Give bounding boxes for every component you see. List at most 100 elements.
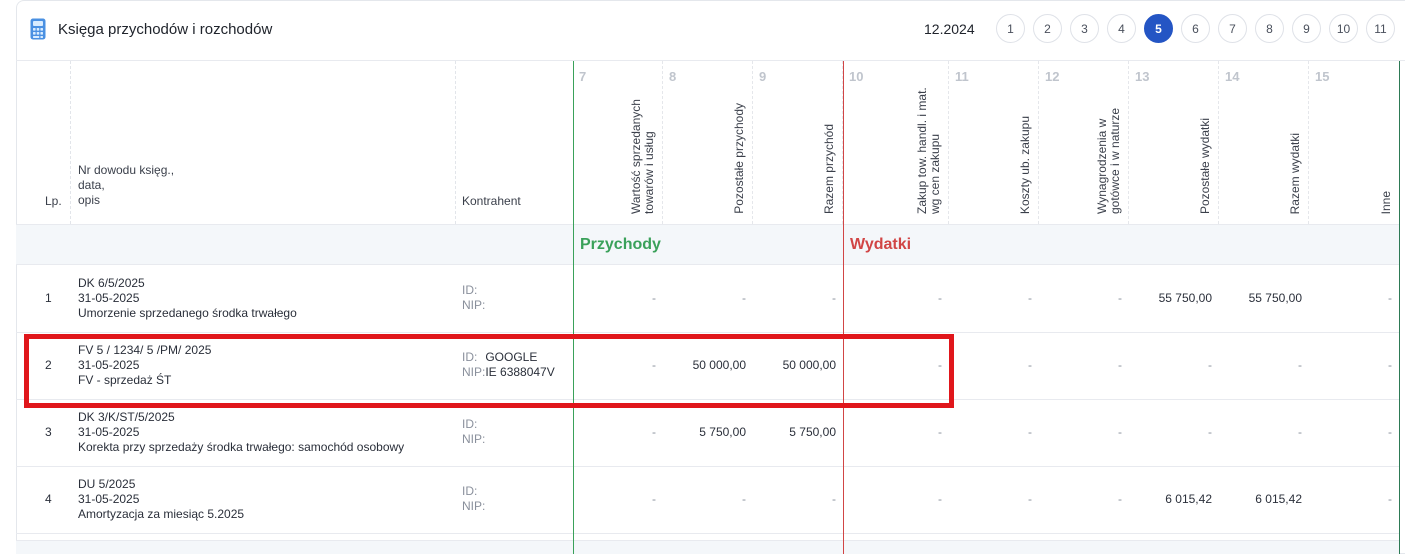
row-value-col-14: - — [1298, 425, 1302, 439]
page-button-11[interactable]: 11 — [1366, 14, 1395, 43]
row-value-col-9: 50 000,00 — [782, 358, 836, 372]
row-kontrahent-id: ID: GOOGLE — [462, 350, 537, 365]
column-number: 10 — [849, 69, 864, 84]
page-title: Księga przychodów i rozchodów — [58, 21, 273, 38]
row-lp: 4 — [45, 492, 52, 506]
row-value-col-12: - — [1118, 492, 1122, 506]
page-button-4[interactable]: 4 — [1107, 14, 1136, 43]
column-label: Wartość sprzedanych towarów i usług — [629, 99, 656, 214]
column-header-12: 12 Wynagrodzenia w gotówce i w naturze — [1039, 61, 1129, 224]
row-kontrahent-id: ID: — [462, 283, 485, 298]
column-number: 8 — [669, 69, 677, 84]
page-button-7[interactable]: 7 — [1218, 14, 1247, 43]
row-doc-number: DU 5/2025 — [78, 477, 136, 491]
nip-label: NIP: — [462, 432, 486, 446]
row-lp: 3 — [45, 425, 52, 439]
page-button-6[interactable]: 6 — [1181, 14, 1210, 43]
row-value-col-13: - — [1208, 425, 1212, 439]
id-label: ID: — [462, 350, 478, 364]
row-value-col-7: - — [652, 358, 656, 372]
column-header-11: 11 Koszty ub. zakupu — [949, 61, 1039, 224]
row-value-col-13: 6 015,42 — [1165, 492, 1212, 506]
row-value-col-11: - — [1028, 492, 1032, 506]
id-label: ID: — [462, 283, 478, 297]
column-label: Pozostałe wydatki — [1198, 117, 1212, 214]
row-value-col-12: - — [1118, 425, 1122, 439]
column-number: 14 — [1225, 69, 1240, 84]
section-przychody: Przychody — [580, 236, 661, 253]
row-date: 31-05-2025 — [78, 425, 140, 439]
row-value-col-15: - — [1388, 425, 1392, 439]
row-value-col-7: - — [652, 425, 656, 439]
row-date: 31-05-2025 — [78, 358, 140, 372]
row-lp: 1 — [45, 291, 52, 305]
nip-label: NIP: — [462, 298, 486, 312]
row-value-col-15: - — [1388, 358, 1392, 372]
column-header-9: 9 Razem przychód — [753, 61, 843, 224]
calculator-icon — [30, 18, 46, 40]
row-value-col-10: - — [938, 358, 942, 372]
page-button-5[interactable]: 5 — [1144, 14, 1173, 43]
nip-label: NIP: — [462, 499, 486, 513]
row-value-col-10: - — [938, 425, 942, 439]
page-button-1[interactable]: 1 — [996, 14, 1025, 43]
row-kontrahent-nip: NIP: — [462, 298, 485, 313]
row-value-col-7: - — [652, 291, 656, 305]
column-header-kontrahent: Kontrahent — [462, 194, 521, 208]
column-number: 7 — [579, 69, 587, 84]
nip-label: NIP: — [462, 365, 486, 379]
row-description: Umorzenie sprzedanego środka trwałego — [78, 306, 297, 320]
column-label: Razem przychód — [822, 123, 836, 214]
row-value-col-15: - — [1388, 492, 1392, 506]
row-value-col-11: - — [1028, 358, 1032, 372]
row-value-col-9: - — [832, 291, 836, 305]
column-header-lp: Lp. — [45, 194, 62, 208]
row-value-col-13: 55 750,00 — [1158, 291, 1212, 305]
table-footer-strip — [16, 540, 1400, 554]
column-label: Razem wydatki — [1288, 132, 1302, 214]
row-lp: 2 — [45, 358, 52, 372]
column-label: Wynagrodzenia w gotówce i w naturze — [1095, 107, 1122, 214]
column-header-7: 7 Wartość sprzedanych towarów i usług — [573, 61, 663, 224]
row-doc-number: DK 3/K/ST/5/2025 — [78, 410, 175, 424]
row-date: 31-05-2025 — [78, 291, 140, 305]
row-value-col-8: 5 750,00 — [699, 425, 746, 439]
page-button-3[interactable]: 3 — [1070, 14, 1099, 43]
row-value-col-8: - — [742, 492, 746, 506]
page-button-10[interactable]: 10 — [1329, 14, 1358, 43]
row-value-col-14: 55 750,00 — [1248, 291, 1302, 305]
section-wydatki: Wydatki — [850, 236, 912, 253]
row-kontrahent-nip: NIP:IE 6388047V — [462, 365, 555, 380]
nip-value: IE 6388047V — [485, 365, 555, 379]
row-value-col-8: - — [742, 291, 746, 305]
row-description: Amortyzacja za miesiąc 5.2025 — [78, 507, 245, 521]
wydatki-divider — [843, 61, 844, 554]
column-header-nr-dowodu: Nr dowodu księg., data, opis — [78, 163, 175, 207]
column-number: 13 — [1135, 69, 1150, 84]
column-number: 9 — [759, 69, 767, 84]
column-header-15: 15 Inne — [1309, 61, 1399, 224]
page-button-9[interactable]: 9 — [1292, 14, 1321, 43]
row-value-col-12: - — [1118, 358, 1122, 372]
column-header-10: 10 Zakup tow. handl. i mat. wg cen zakupu — [843, 61, 949, 224]
column-header-14: 14 Razem wydatki — [1219, 61, 1309, 224]
row-value-col-9: - — [832, 492, 836, 506]
column-divider — [70, 61, 71, 224]
row-doc-number: FV 5 / 1234/ 5 /PM/ 2025 — [78, 343, 212, 357]
row-kontrahent-id: ID: — [462, 484, 485, 499]
section-row — [16, 224, 1400, 265]
row-value-col-10: - — [938, 291, 942, 305]
row-kontrahent-id: ID: — [462, 417, 485, 432]
row-doc-number: DK 6/5/2025 — [78, 276, 145, 290]
row-value-col-14: 6 015,42 — [1255, 492, 1302, 506]
page-button-2[interactable]: 2 — [1033, 14, 1062, 43]
column-number: 15 — [1315, 69, 1330, 84]
column-label: Koszty ub. zakupu — [1018, 115, 1032, 214]
row-value-col-11: - — [1028, 425, 1032, 439]
column-number: 11 — [955, 69, 969, 84]
page-button-8[interactable]: 8 — [1255, 14, 1284, 43]
row-value-col-13: - — [1208, 358, 1212, 372]
row-value-col-8: 50 000,00 — [692, 358, 746, 372]
column-header-8: 8 Pozostałe przychody — [663, 61, 753, 224]
id-label: ID: — [462, 484, 478, 498]
